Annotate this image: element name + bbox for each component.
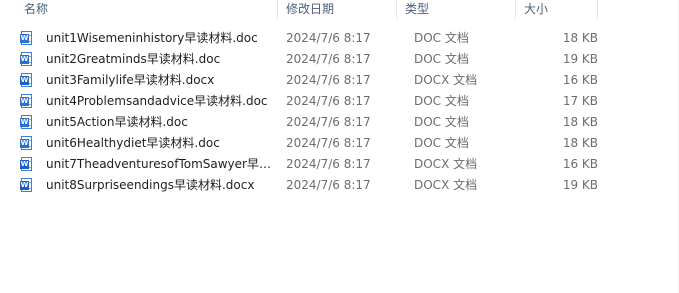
file-icon-cell: W bbox=[0, 91, 46, 112]
file-icon-cell: W bbox=[0, 28, 46, 49]
file-type: DOC 文档 bbox=[414, 52, 469, 66]
file-row[interactable]: W unit1Wisemeninhistory早读材料.doc 2024/7/6… bbox=[0, 28, 679, 49]
column-header-name-label: 名称 bbox=[24, 2, 49, 16]
file-type: DOCX 文档 bbox=[414, 73, 478, 87]
file-icon-cell: W bbox=[0, 133, 46, 154]
file-list: W unit1Wisemeninhistory早读材料.doc 2024/7/6… bbox=[0, 28, 679, 196]
file-size: 19 KB bbox=[562, 52, 598, 66]
file-row[interactable]: W unit4Problemsandadvice早读材料.doc 2024/7/… bbox=[0, 91, 679, 112]
file-type: DOC 文档 bbox=[414, 94, 469, 108]
file-row[interactable]: W unit2Greatminds早读材料.doc 2024/7/6 8:17 … bbox=[0, 49, 679, 70]
column-header-bar: 名称 修改日期 类型 大小 bbox=[0, 0, 679, 19]
file-size: 18 KB bbox=[562, 31, 598, 45]
file-row[interactable]: W unit5Action早读材料.doc 2024/7/6 8:17 DOC … bbox=[0, 112, 679, 133]
file-date: 2024/7/6 8:17 bbox=[286, 94, 371, 108]
file-row[interactable]: W unit3Familylife早读材料.docx 2024/7/6 8:17… bbox=[0, 70, 679, 91]
file-row[interactable]: W unit7TheadventuresofTomSawyer早读... 202… bbox=[0, 154, 679, 175]
file-size: 17 KB bbox=[562, 94, 598, 108]
file-row[interactable]: W unit8Surpriseendings早读材料.docx 2024/7/6… bbox=[0, 175, 679, 196]
file-row[interactable]: W unit6Healthydiet早读材料.doc 2024/7/6 8:17… bbox=[0, 133, 679, 154]
word-docx-icon: W bbox=[20, 157, 33, 172]
file-name: unit4Problemsandadvice早读材料.doc bbox=[46, 94, 268, 108]
file-size: 18 KB bbox=[562, 115, 598, 129]
column-header-type-label: 类型 bbox=[405, 2, 430, 16]
column-header-type[interactable]: 类型 bbox=[397, 0, 516, 19]
file-date: 2024/7/6 8:17 bbox=[286, 115, 371, 129]
word-docx-icon: W bbox=[20, 178, 33, 193]
column-header-size-label: 大小 bbox=[524, 2, 549, 16]
file-type: DOC 文档 bbox=[414, 115, 469, 129]
word-doc-icon: W bbox=[20, 31, 33, 46]
column-header-date-label: 修改日期 bbox=[286, 2, 335, 16]
file-name: unit5Action早读材料.doc bbox=[46, 115, 188, 129]
file-date: 2024/7/6 8:17 bbox=[286, 73, 371, 87]
file-icon-cell: W bbox=[0, 70, 46, 91]
file-name: unit2Greatminds早读材料.doc bbox=[46, 52, 221, 66]
file-date: 2024/7/6 8:17 bbox=[286, 178, 371, 192]
word-doc-icon: W bbox=[20, 94, 33, 109]
word-docx-icon: W bbox=[20, 73, 33, 88]
file-icon-cell: W bbox=[0, 112, 46, 133]
file-icon-cell: W bbox=[0, 154, 46, 175]
column-header-size[interactable]: 大小 bbox=[516, 0, 598, 19]
file-name: unit1Wisemeninhistory早读材料.doc bbox=[46, 31, 258, 45]
file-size: 19 KB bbox=[562, 178, 598, 192]
file-name: unit6Healthydiet早读材料.doc bbox=[46, 136, 220, 150]
file-date: 2024/7/6 8:17 bbox=[286, 157, 371, 171]
file-name: unit8Surpriseendings早读材料.docx bbox=[46, 178, 255, 192]
file-date: 2024/7/6 8:17 bbox=[286, 136, 371, 150]
word-doc-icon: W bbox=[20, 52, 33, 67]
word-doc-icon: W bbox=[20, 136, 33, 151]
file-date: 2024/7/6 8:17 bbox=[286, 31, 371, 45]
file-type: DOCX 文档 bbox=[414, 178, 478, 192]
file-icon-cell: W bbox=[0, 175, 46, 196]
file-type: DOC 文档 bbox=[414, 136, 469, 150]
file-type: DOC 文档 bbox=[414, 31, 469, 45]
file-name: unit3Familylife早读材料.docx bbox=[46, 73, 215, 87]
file-icon-cell: W bbox=[0, 49, 46, 70]
file-explorer-pane: 名称 修改日期 类型 大小 W unit1Wisemeninhistory早读材… bbox=[0, 0, 679, 293]
file-name: unit7TheadventuresofTomSawyer早读... bbox=[46, 157, 278, 171]
column-header-date[interactable]: 修改日期 bbox=[278, 0, 397, 19]
column-header-empty bbox=[598, 0, 679, 19]
file-date: 2024/7/6 8:17 bbox=[286, 52, 371, 66]
file-type: DOCX 文档 bbox=[414, 157, 478, 171]
file-size: 16 KB bbox=[562, 157, 598, 171]
word-doc-icon: W bbox=[20, 115, 33, 130]
column-header-name[interactable]: 名称 bbox=[0, 0, 278, 19]
file-size: 18 KB bbox=[562, 136, 598, 150]
file-size: 16 KB bbox=[562, 73, 598, 87]
